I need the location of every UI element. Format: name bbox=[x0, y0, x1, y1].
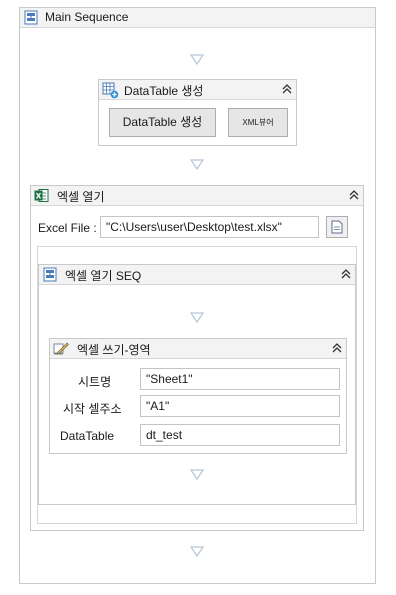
xml-viewer-button[interactable]: XML뷰어 bbox=[228, 108, 288, 137]
excel-open-header[interactable]: 엑셀 열기 bbox=[31, 186, 363, 206]
sheet-name-label: 시트명 bbox=[78, 375, 112, 389]
excel-open-seq-title: 엑셀 열기 SEQ bbox=[65, 269, 142, 283]
datatable-icon bbox=[102, 82, 119, 99]
excel-icon bbox=[34, 189, 49, 202]
connector-arrow bbox=[190, 469, 204, 480]
main-sequence-header[interactable]: Main Sequence bbox=[20, 8, 375, 28]
sheet-name-input[interactable]: "Sheet1" bbox=[140, 368, 340, 390]
datatable-create-activity[interactable]: DataTable 생성 DataTable 생성 XML뷰어 bbox=[98, 79, 297, 146]
excel-write-range-header[interactable]: 엑셀 쓰기-영역 bbox=[50, 339, 346, 359]
sequence-icon bbox=[24, 10, 38, 25]
connector-arrow bbox=[190, 546, 204, 557]
collapse-icon[interactable] bbox=[281, 83, 293, 95]
edit-icon bbox=[53, 342, 69, 355]
excel-write-range-activity[interactable]: 엑셀 쓰기-영역 시트명 "Sheet1" 시작 셀주소 "A1" DataTa… bbox=[49, 338, 347, 454]
excel-open-seq-header[interactable]: 엑셀 열기 SEQ bbox=[39, 265, 355, 285]
collapse-icon[interactable] bbox=[331, 342, 343, 354]
datatable-input[interactable]: dt_test bbox=[140, 424, 340, 446]
excel-write-range-title: 엑셀 쓰기-영역 bbox=[77, 343, 151, 357]
main-sequence-title: Main Sequence bbox=[45, 10, 129, 24]
collapse-icon[interactable] bbox=[348, 189, 360, 201]
datatable-create-button[interactable]: DataTable 생성 bbox=[109, 108, 216, 137]
datatable-create-title: DataTable 생성 bbox=[124, 84, 204, 98]
connector-arrow bbox=[190, 312, 204, 323]
connector-arrow bbox=[190, 159, 204, 170]
start-cell-label: 시작 셀주소 bbox=[63, 402, 122, 416]
excel-file-input[interactable]: "C:\Users\user\Desktop\test.xlsx" bbox=[100, 216, 319, 238]
file-browse-button[interactable] bbox=[326, 216, 348, 238]
excel-open-seq[interactable]: 엑셀 열기 SEQ 엑셀 쓰기-영역 시트명 "Sheet1" 시작 셀주소 "… bbox=[38, 264, 356, 505]
connector-arrow bbox=[190, 54, 204, 65]
excel-open-activity[interactable]: 엑셀 열기 Excel File : "C:\Users\user\Deskto… bbox=[30, 185, 364, 531]
sequence-icon bbox=[43, 267, 57, 282]
excel-open-title: 엑셀 열기 bbox=[57, 190, 105, 204]
datatable-label: DataTable bbox=[60, 429, 115, 443]
collapse-icon[interactable] bbox=[340, 268, 352, 280]
file-browse-icon bbox=[331, 220, 343, 234]
start-cell-input[interactable]: "A1" bbox=[140, 395, 340, 417]
datatable-create-header[interactable]: DataTable 생성 bbox=[99, 80, 296, 100]
excel-file-label: Excel File : bbox=[38, 221, 97, 235]
